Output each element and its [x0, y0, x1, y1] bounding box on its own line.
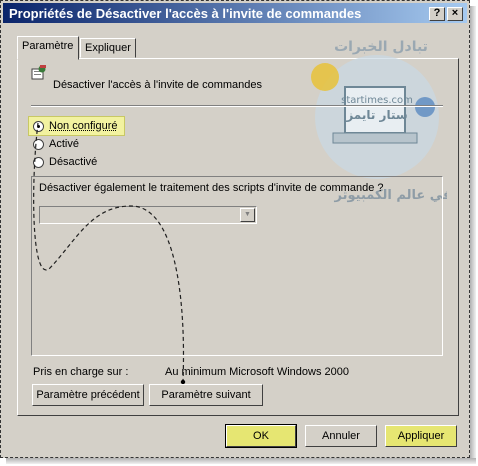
tab-parametre[interactable]: Paramètre: [17, 36, 79, 60]
supported-on-label: Pris en charge sur :: [33, 366, 129, 378]
apply-button[interactable]: Appliquer: [385, 425, 457, 447]
properties-dialog: Propriétés de Désactiver l'accès à l'inv…: [0, 0, 470, 458]
next-setting-button[interactable]: Paramètre suivant: [149, 384, 263, 406]
ok-button[interactable]: OK: [225, 424, 297, 448]
supported-on-value: Au minimum Microsoft Windows 2000: [165, 366, 350, 378]
previous-setting-button[interactable]: Paramètre précédent: [32, 384, 144, 406]
cancel-button[interactable]: Annuler: [305, 425, 377, 447]
